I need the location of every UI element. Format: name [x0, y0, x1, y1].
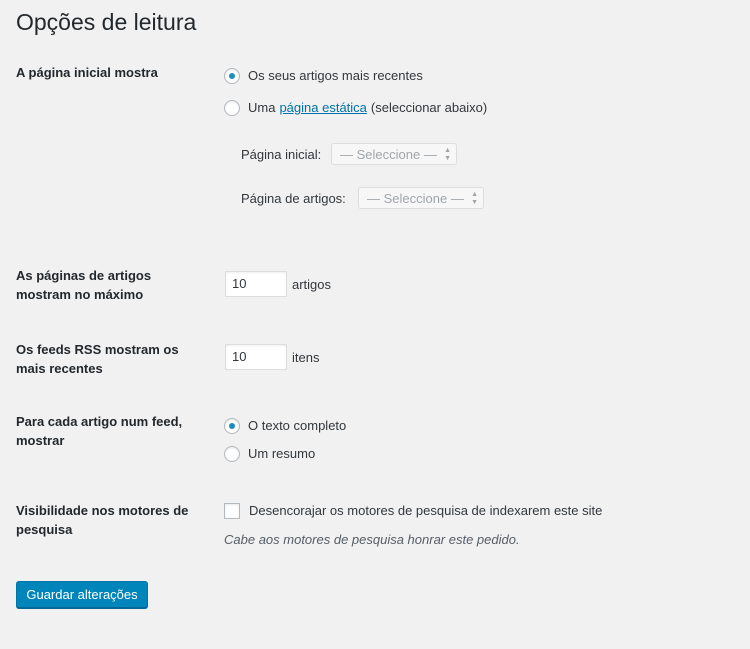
front-page-static-prefix: Uma [248, 100, 276, 115]
feed-summary-radio[interactable] [224, 445, 240, 462]
homepage-select[interactable]: — Seleccione — ▲ ▼ [331, 143, 457, 165]
reading-settings-page: Opções de leitura A página inicial mostr… [0, 0, 750, 649]
static-page-link[interactable]: página estática [279, 98, 366, 117]
posts-per-page-input[interactable]: 10 [225, 271, 287, 297]
rss-items-unit: itens [292, 350, 320, 365]
feed-article-label: Para cada artigo num feed, mostrar [16, 414, 183, 448]
front-page-static-suffix: (seleccionar abaixo) [370, 100, 488, 115]
front-page-label: A página inicial mostra [16, 65, 158, 80]
front-page-latest-label: Os seus artigos mais recentes [248, 68, 423, 83]
homepage-select-label: Página inicial: [241, 147, 322, 162]
feed-full-text-radio[interactable] [224, 417, 240, 434]
rss-items-input[interactable]: 10 [225, 344, 287, 370]
front-page-latest-option[interactable]: Os seus artigos mais recentes [224, 66, 423, 85]
posts-per-page-label: As páginas de artigos mostram no máximo [16, 268, 152, 302]
search-visibility-label: Visibilidade nos motores de pesquisa [16, 503, 189, 537]
discourage-search-checkbox[interactable] [224, 502, 240, 519]
feed-full-text-label: O texto completo [248, 418, 347, 433]
front-page-static-radio[interactable] [224, 99, 240, 116]
feed-summary-label: Um resumo [248, 446, 316, 461]
homepage-select-value: — Seleccione — [340, 147, 437, 162]
posts-page-select-label: Página de artigos: [241, 191, 346, 206]
search-visibility-description: Cabe aos motores de pesquisa honrar este… [224, 532, 520, 547]
rss-items-label: Os feeds RSS mostram os mais recentes [16, 342, 179, 376]
posts-per-page-unit: artigos [292, 277, 332, 292]
front-page-latest-radio[interactable] [224, 67, 240, 84]
discourage-search-option[interactable]: Desencorajar os motores de pesquisa de i… [224, 501, 602, 520]
front-page-static-option[interactable]: Uma página estática (seleccionar abaixo) [224, 98, 487, 117]
posts-page-select-value: — Seleccione — [367, 191, 464, 206]
save-changes-button[interactable]: Guardar alterações [16, 581, 148, 608]
discourage-search-label: Desencorajar os motores de pesquisa de i… [249, 503, 603, 518]
feed-full-text-option[interactable]: O texto completo [224, 416, 346, 435]
select-arrows-icon: ▲ ▼ [444, 147, 451, 162]
select-arrows-icon: ▲ ▼ [471, 191, 478, 206]
feed-summary-option[interactable]: Um resumo [224, 444, 315, 463]
page-title: Opções de leitura [16, 9, 197, 35]
posts-page-select[interactable]: — Seleccione — ▲ ▼ [358, 187, 484, 209]
